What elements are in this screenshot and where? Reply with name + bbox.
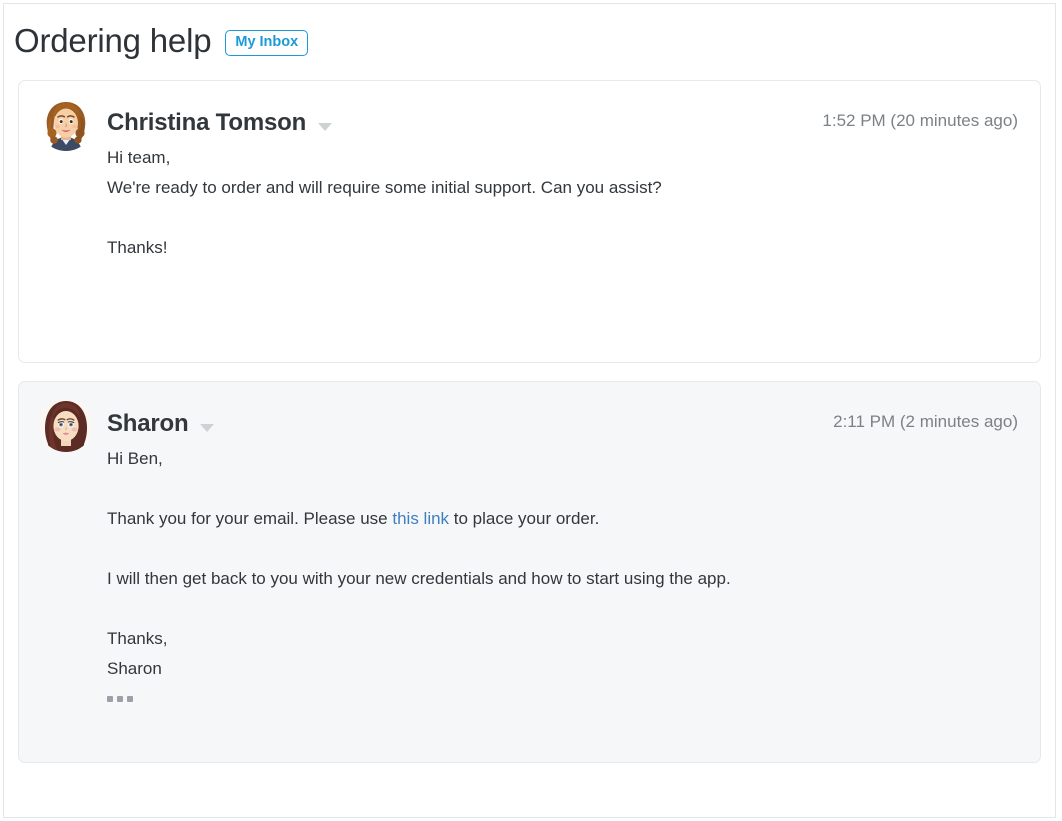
message-body: Hi Ben, Thank you for your email. Please…	[107, 444, 1018, 684]
sender-block: Sharon	[107, 400, 215, 438]
message-body: Hi team, We're ready to order and will r…	[107, 143, 1018, 263]
message-card-christina[interactable]: Christina Tomson 1:52 PM (20 minutes ago…	[18, 80, 1041, 363]
body-line-with-link: Thank you for your email. Please use thi…	[107, 504, 1018, 534]
sender-options-caret-icon[interactable]	[200, 424, 215, 432]
body-text-after-link: to place your order.	[449, 509, 600, 528]
my-inbox-badge[interactable]: My Inbox	[225, 30, 309, 56]
body-line: Thanks!	[107, 238, 168, 257]
body-line: I will then get back to you with your ne…	[107, 569, 731, 588]
trim-dot-icon	[107, 696, 113, 702]
avatar-christina-tomson	[39, 97, 93, 151]
message-header: Sharon 2:11 PM (2 minutes ago)	[39, 398, 1018, 452]
page-title: Ordering help	[14, 22, 212, 59]
body-line: Sharon	[107, 659, 162, 678]
sender-options-caret-icon[interactable]	[318, 123, 333, 131]
page-header: Ordering help My Inbox	[4, 4, 1055, 62]
message-thread: Christina Tomson 1:52 PM (20 minutes ago…	[4, 80, 1055, 763]
order-link[interactable]: this link	[392, 509, 449, 528]
email-thread-page: Ordering help My Inbox Christina Tomson …	[3, 3, 1056, 818]
body-text-before-link: Thank you for your email. Please use	[107, 509, 393, 528]
message-timestamp: 1:52 PM (20 minutes ago)	[822, 111, 1018, 130]
sender-name: Christina Tomson	[107, 109, 307, 136]
message-timestamp: 2:11 PM (2 minutes ago)	[833, 412, 1018, 431]
body-line: We're ready to order and will require so…	[107, 178, 662, 197]
avatar-sharon	[39, 398, 93, 452]
show-trimmed-content-button[interactable]	[107, 696, 133, 702]
message-header: Christina Tomson 1:52 PM (20 minutes ago…	[39, 97, 1018, 151]
sender-name: Sharon	[107, 410, 189, 437]
sender-block: Christina Tomson	[107, 99, 333, 137]
trim-dot-icon	[127, 696, 133, 702]
message-card-sharon[interactable]: Sharon 2:11 PM (2 minutes ago) Hi Ben, T…	[18, 381, 1041, 763]
body-line: Thanks,	[107, 629, 168, 648]
body-blank-line	[107, 203, 1018, 233]
trim-dot-icon	[117, 696, 123, 702]
